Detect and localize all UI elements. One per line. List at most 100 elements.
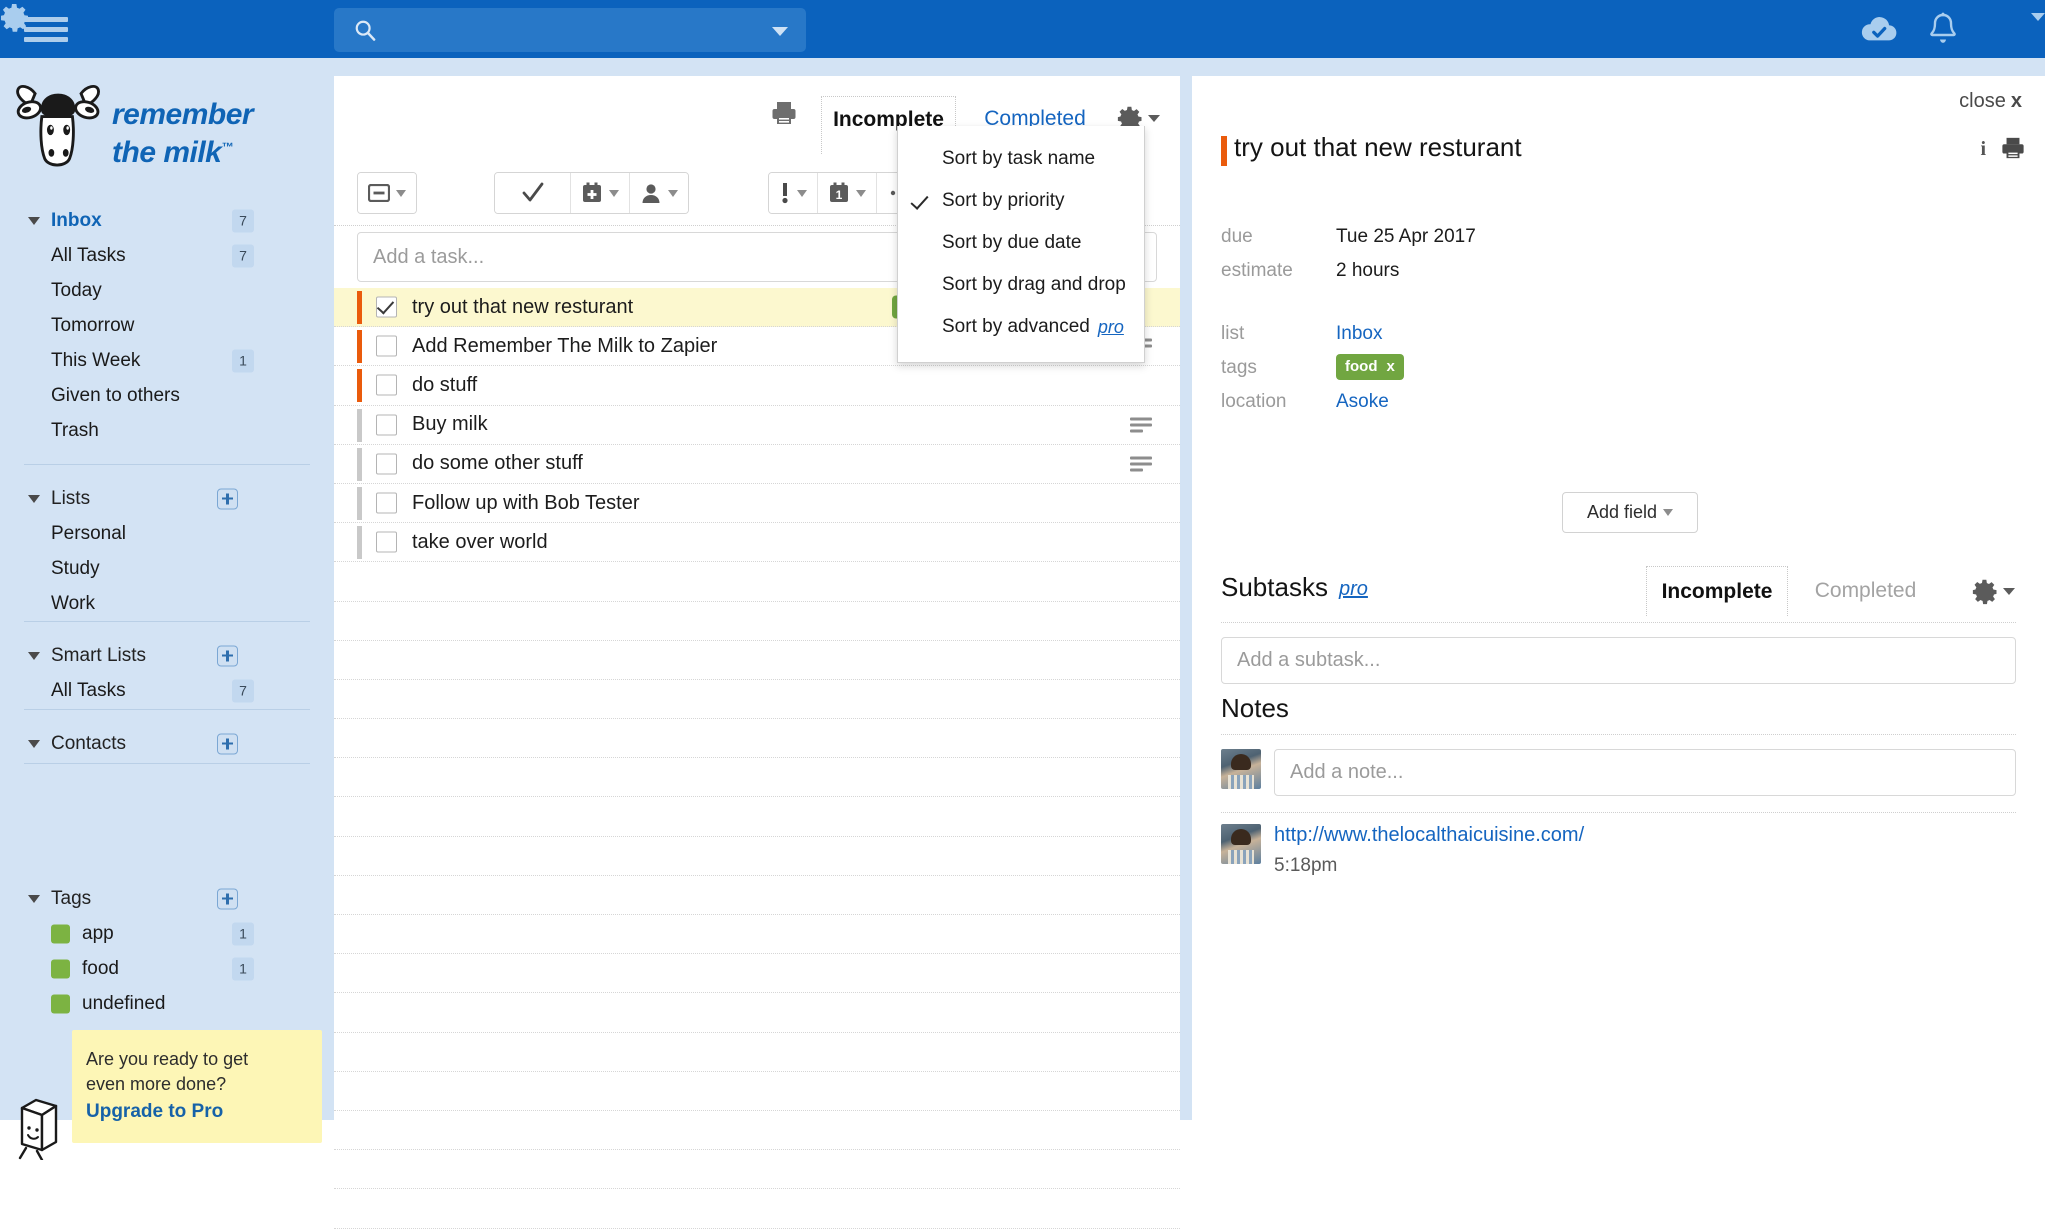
- due-date-button[interactable]: [571, 173, 630, 213]
- sidebar-item-contacts[interactable]: Contacts: [0, 726, 334, 761]
- task-checkbox[interactable]: [376, 296, 397, 318]
- chevron-down-icon[interactable]: [1663, 509, 1674, 516]
- field-value[interactable]: Tue 25 Apr 2017: [1336, 226, 1476, 248]
- chevron-down-icon[interactable]: [856, 189, 866, 197]
- remove-tag-icon[interactable]: x: [1386, 358, 1394, 375]
- task-checkbox[interactable]: [376, 374, 397, 396]
- task-title: try out that new resturant: [412, 295, 634, 318]
- sidebar-item-tags[interactable]: Tags: [0, 881, 334, 916]
- printer-icon[interactable]: [771, 100, 797, 126]
- upgrade-promo-card[interactable]: Are you ready to get even more done? Upg…: [72, 1030, 322, 1143]
- empty-row: [334, 1072, 1180, 1111]
- add-subtask-input[interactable]: [1221, 637, 2016, 684]
- cloud-check-icon[interactable]: [1860, 11, 1898, 47]
- triangle-collapse-icon[interactable]: [28, 651, 40, 660]
- bell-icon[interactable]: [1928, 11, 1958, 47]
- table-row[interactable]: take over world: [334, 523, 1180, 563]
- close-detail-button[interactable]: close x: [1959, 90, 2022, 113]
- sidebar-item-tag-food[interactable]: food 1: [0, 951, 334, 986]
- priority-button[interactable]: [769, 173, 818, 213]
- sidebar-item-personal[interactable]: Personal: [0, 516, 334, 551]
- menu-item-sort-by-advanced[interactable]: Sort by advanced pro: [898, 306, 1144, 348]
- sidebar-divider: [24, 621, 310, 622]
- table-row[interactable]: Follow up with Bob Tester: [334, 484, 1180, 524]
- sidebar-item-given-to-others[interactable]: Given to others: [0, 378, 334, 413]
- menu-item-sort-by-priority[interactable]: Sort by priority: [898, 180, 1144, 222]
- search-dropdown-caret-icon[interactable]: [772, 27, 788, 36]
- sidebar-item-work[interactable]: Work: [0, 586, 334, 621]
- task-checkbox[interactable]: [376, 453, 397, 475]
- sidebar-item-smart-lists[interactable]: Smart Lists: [0, 638, 334, 673]
- sidebar-item-tomorrow[interactable]: Tomorrow: [0, 308, 334, 343]
- pro-badge[interactable]: pro: [1339, 578, 1368, 601]
- add-field-button[interactable]: Add field: [1562, 492, 1698, 533]
- chevron-down-icon[interactable]: [668, 189, 678, 197]
- sidebar-item-today[interactable]: Today: [0, 273, 334, 308]
- sidebar-item-smart-all-tasks[interactable]: All Tasks 7: [0, 673, 334, 708]
- select-all-button[interactable]: [358, 173, 416, 213]
- chevron-down-icon[interactable]: [797, 189, 807, 197]
- task-checkbox[interactable]: [376, 414, 397, 436]
- table-row[interactable]: do some other stuff: [334, 445, 1180, 484]
- menu-item-sort-by-drag-and-drop[interactable]: Sort by drag and drop: [898, 264, 1144, 306]
- triangle-collapse-icon[interactable]: [28, 216, 40, 225]
- info-icon[interactable]: i: [1980, 138, 1986, 161]
- sidebar-item-inbox[interactable]: Inbox 7: [0, 203, 334, 238]
- sidebar-item-tag-app[interactable]: app 1: [0, 916, 334, 951]
- search-bar[interactable]: [334, 8, 806, 52]
- tab-subtasks-incomplete[interactable]: Incomplete: [1646, 566, 1788, 616]
- triangle-collapse-icon[interactable]: [28, 894, 40, 903]
- add-tag-button[interactable]: [217, 888, 238, 909]
- sidebar-item-label: Work: [51, 592, 95, 614]
- chevron-down-icon[interactable]: [396, 189, 406, 197]
- table-row[interactable]: do stuff: [334, 366, 1180, 406]
- sidebar-item-all-tasks[interactable]: All Tasks 7: [0, 238, 334, 273]
- panel-gutter-vertical: [1180, 58, 1192, 1120]
- empty-row: [334, 993, 1180, 1033]
- tab-subtasks-completed[interactable]: Completed: [1798, 566, 1933, 616]
- field-value-location-link[interactable]: Asoke: [1336, 391, 1389, 413]
- app-logo[interactable]: remember the milk™: [16, 80, 316, 180]
- priority-bar: [357, 330, 362, 364]
- postpone-button[interactable]: 1: [818, 173, 877, 213]
- subtasks-settings-button[interactable]: [1972, 577, 2018, 607]
- add-note-input[interactable]: [1274, 749, 2016, 796]
- add-contact-button[interactable]: [217, 733, 238, 754]
- triangle-collapse-icon[interactable]: [28, 494, 40, 503]
- task-title: take over world: [412, 530, 548, 553]
- add-smart-list-button[interactable]: [217, 645, 238, 666]
- sidebar-item-this-week[interactable]: This Week 1: [0, 343, 334, 378]
- chevron-down-icon[interactable]: [609, 189, 619, 197]
- field-value[interactable]: 2 hours: [1336, 260, 1399, 282]
- table-row[interactable]: Buy milk: [334, 406, 1180, 445]
- sidebar-item-trash[interactable]: Trash: [0, 413, 334, 448]
- chevron-down-icon[interactable]: [2031, 13, 2045, 21]
- task-checkbox[interactable]: [376, 492, 397, 514]
- person-icon: [642, 184, 660, 203]
- chevron-down-icon[interactable]: [2003, 588, 2015, 595]
- sidebar-item-label: This Week: [51, 349, 141, 371]
- task-checkbox[interactable]: [376, 531, 397, 553]
- sidebar-item-tag-undefined[interactable]: undefined: [0, 986, 334, 1021]
- sidebar-item-study[interactable]: Study: [0, 551, 334, 586]
- triangle-collapse-icon[interactable]: [28, 739, 40, 748]
- complete-task-button[interactable]: [495, 173, 571, 213]
- assign-person-button[interactable]: [630, 173, 688, 213]
- task-note-indicator-icon[interactable]: [1130, 456, 1152, 472]
- note-link[interactable]: http://www.thelocalthaicuisine.com/: [1274, 824, 1584, 847]
- task-checkbox[interactable]: [376, 335, 397, 357]
- add-list-button[interactable]: [217, 488, 238, 509]
- menu-item-sort-by-due-date[interactable]: Sort by due date: [898, 222, 1144, 264]
- chevron-down-icon[interactable]: [1148, 115, 1160, 122]
- divider: [1221, 734, 2016, 735]
- gear-icon: [1, 4, 28, 32]
- tag-chip[interactable]: food x: [1336, 354, 1404, 380]
- menu-item-label: Sort by task name: [942, 148, 1096, 169]
- menu-item-sort-by-task-name[interactable]: Sort by task name: [898, 138, 1144, 180]
- search-input[interactable]: [386, 8, 756, 52]
- pro-badge: pro: [1097, 316, 1124, 337]
- task-note-indicator-icon[interactable]: [1130, 417, 1152, 433]
- sidebar-item-lists[interactable]: Lists: [0, 481, 334, 516]
- field-value-list-link[interactable]: Inbox: [1336, 323, 1382, 345]
- printer-icon[interactable]: [2001, 136, 2025, 160]
